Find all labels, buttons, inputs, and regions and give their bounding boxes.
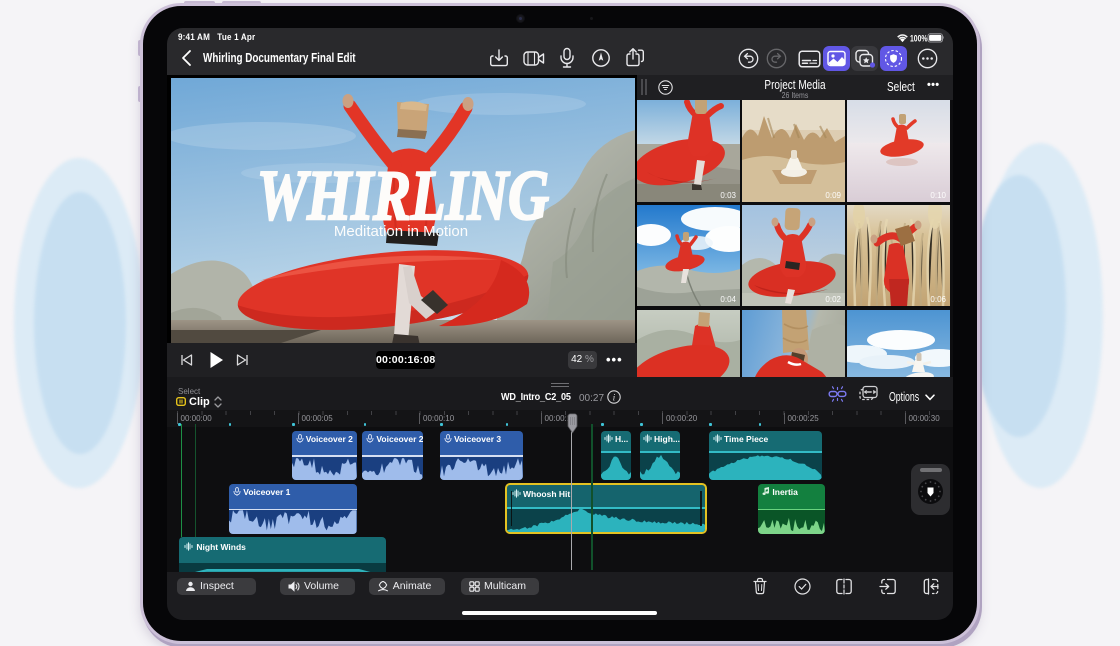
svg-text:i: i	[613, 393, 616, 403]
svg-text:Meditation in Motion: Meditation in Motion	[334, 223, 468, 240]
svg-text:100%: 100%	[910, 34, 928, 45]
